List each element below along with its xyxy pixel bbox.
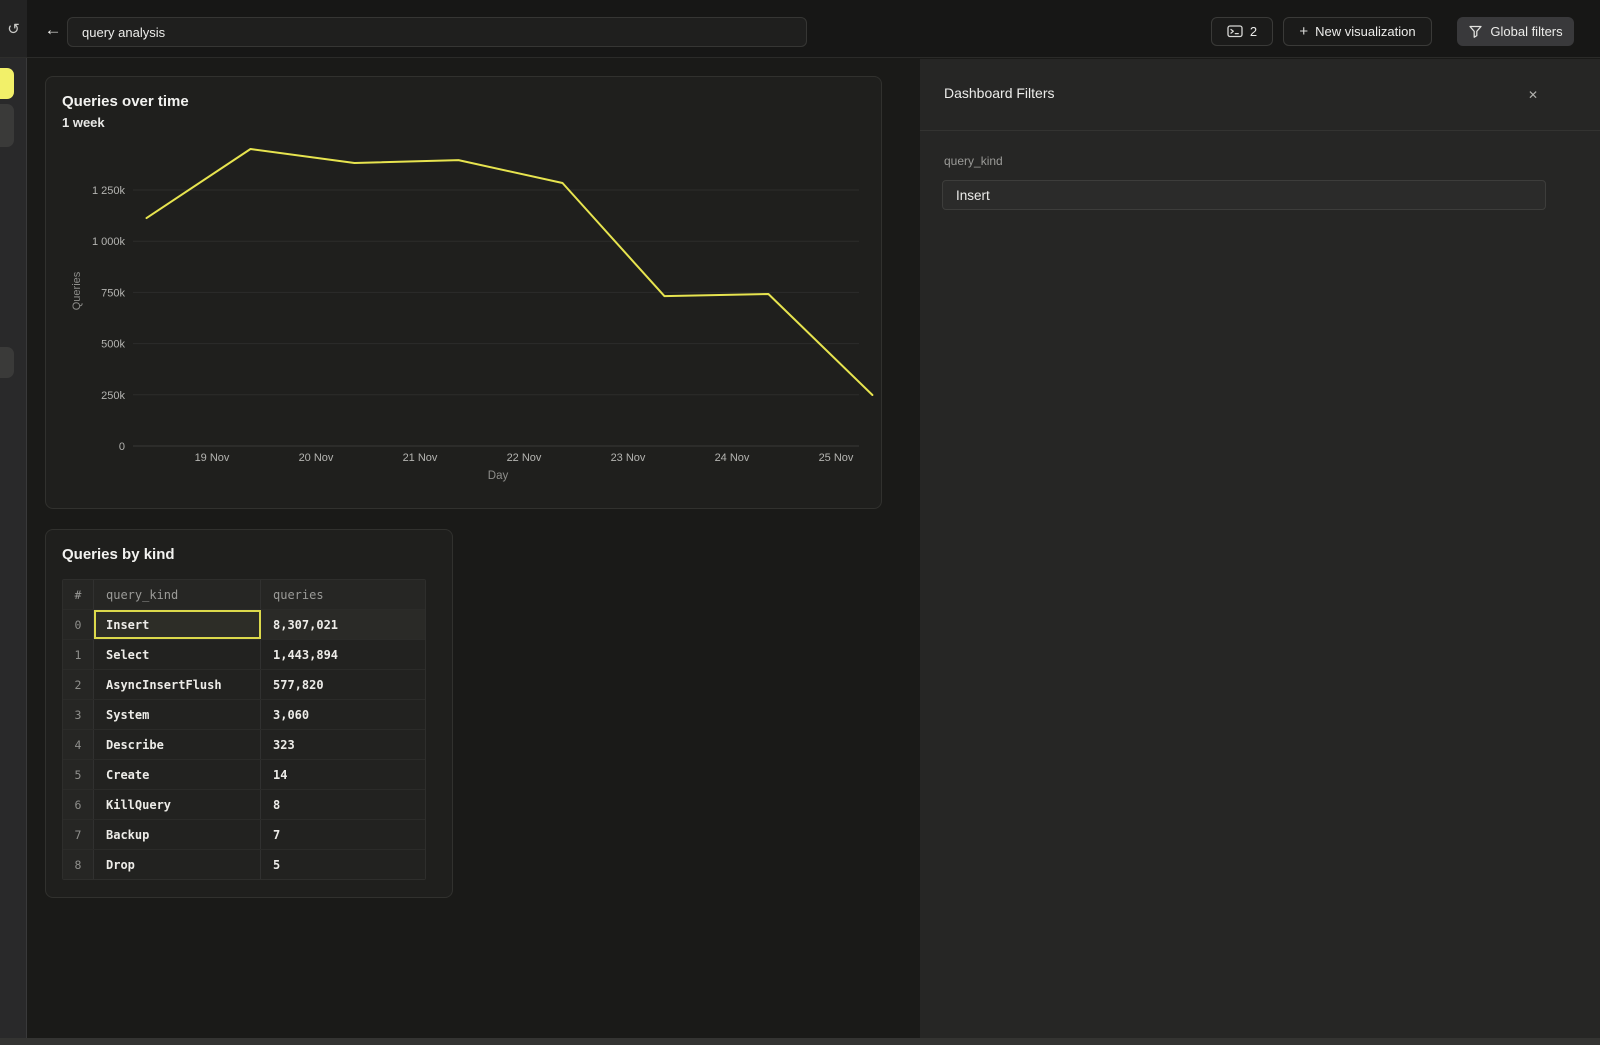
queries-value-cell[interactable]: 577,820 (261, 670, 425, 699)
table-header-row: #query_kindqueries (63, 580, 425, 609)
y-tick-label: 750k (101, 287, 125, 299)
plus-icon: + (1299, 23, 1308, 40)
dashboard-canvas: Queries over time 1 week 0250k500k750k1 … (28, 59, 919, 1045)
query-kind-cell[interactable]: Drop (94, 850, 261, 879)
history-icon-glyph: ↺ (7, 20, 20, 38)
global-filters-button[interactable]: Global filters (1457, 17, 1574, 46)
x-tick-label: 22 Nov (507, 452, 542, 464)
table-row: 0Insert8,307,021 (63, 609, 425, 639)
query-kind-filter-input[interactable] (942, 180, 1546, 210)
query-kind-cell[interactable]: System (94, 700, 261, 729)
column-header-queries[interactable]: queries (261, 580, 425, 609)
table-row: 8Drop5 (63, 849, 425, 879)
table-row: 6KillQuery8 (63, 789, 425, 819)
queries-value-cell[interactable]: 1,443,894 (261, 640, 425, 669)
table-row: 7Backup7 (63, 819, 425, 849)
x-tick-label: 19 Nov (195, 452, 230, 464)
new-visualization-label: New visualization (1315, 24, 1415, 39)
queries-value-cell[interactable]: 3,060 (261, 700, 425, 729)
row-index-cell: 1 (63, 640, 94, 669)
queries-value-cell[interactable]: 7 (261, 820, 425, 849)
y-tick-label: 1 000k (92, 236, 126, 248)
terminal-icon (1227, 24, 1243, 39)
y-tick-label: 1 250k (92, 185, 126, 197)
x-tick-label: 25 Nov (819, 452, 854, 464)
row-index-cell: 7 (63, 820, 94, 849)
table-row: 4Describe323 (63, 729, 425, 759)
y-tick-label: 500k (101, 339, 125, 351)
x-tick-label: 21 Nov (403, 452, 438, 464)
table-title: Queries by kind (62, 546, 175, 563)
table-row: 3System3,060 (63, 699, 425, 729)
query-kind-cell[interactable]: Select (94, 640, 261, 669)
queries-table: #query_kindqueries0Insert8,307,0211Selec… (62, 579, 426, 880)
row-index-cell: 6 (63, 790, 94, 819)
x-tick-label: 24 Nov (715, 452, 750, 464)
global-filters-label: Global filters (1490, 24, 1562, 39)
bottom-edge-strip (0, 1038, 1600, 1045)
sidebar-item-active[interactable] (0, 68, 14, 99)
panel-divider (920, 130, 1600, 131)
query-kind-cell[interactable]: Backup (94, 820, 261, 849)
row-index-cell: 4 (63, 730, 94, 759)
funnel-icon (1468, 24, 1483, 39)
y-tick-label: 250k (101, 390, 125, 402)
y-axis-title: Queries (71, 271, 83, 310)
query-kind-cell[interactable]: KillQuery (94, 790, 261, 819)
query-kind-cell[interactable]: Create (94, 760, 261, 789)
queries-value-cell[interactable]: 5 (261, 850, 425, 879)
queries-value-cell[interactable]: 14 (261, 760, 425, 789)
console-count: 2 (1250, 24, 1257, 39)
query-kind-cell[interactable]: Describe (94, 730, 261, 759)
queries-value-cell[interactable]: 8 (261, 790, 425, 819)
back-button[interactable]: ← (41, 21, 65, 41)
x-axis-title: Day (488, 470, 509, 482)
dashboard-filters-panel: Dashboard Filters ✕ query_kind (920, 59, 1600, 1045)
queries-value-cell[interactable]: 8,307,021 (261, 610, 425, 639)
column-header-query-kind[interactable]: query_kind (94, 580, 261, 609)
sidebar-item[interactable] (0, 347, 14, 378)
row-index-cell: 0 (63, 610, 94, 639)
row-index-cell: 2 (63, 670, 94, 699)
query-kind-cell[interactable]: Insert (94, 610, 261, 639)
table-row: 5Create14 (63, 759, 425, 789)
console-count-button[interactable]: 2 (1211, 17, 1273, 46)
query-kind-cell[interactable]: AsyncInsertFlush (94, 670, 261, 699)
row-index-cell: 5 (63, 760, 94, 789)
left-sidebar: ↺ (0, 0, 27, 1045)
queries-line-series (147, 149, 873, 395)
row-index-cell: 8 (63, 850, 94, 879)
table-row: 1Select1,443,894 (63, 639, 425, 669)
column-header-index: # (63, 580, 94, 609)
table-row: 2AsyncInsertFlush577,820 (63, 669, 425, 699)
line-chart: 0 250k 500k 750k 1 000k 1 250k 19 Nov 20 Nov 21 … (46, 77, 883, 510)
sidebar-item[interactable] (0, 104, 14, 147)
filter-field-label: query_kind (944, 154, 1003, 168)
panel-title: Dashboard Filters (944, 85, 1055, 101)
queries-by-kind-card: Queries by kind #query_kindqueries0Inser… (45, 529, 453, 898)
row-index-cell: 3 (63, 700, 94, 729)
x-tick-label: 23 Nov (611, 452, 646, 464)
top-bar: ← 2 + New visualization Global filters (27, 0, 1600, 58)
history-icon[interactable]: ↺ (0, 0, 27, 58)
dashboard-title-input[interactable] (67, 17, 807, 47)
queries-over-time-card: Queries over time 1 week 0250k500k750k1 … (45, 76, 882, 509)
new-visualization-button[interactable]: + New visualization (1283, 17, 1432, 46)
queries-value-cell[interactable]: 323 (261, 730, 425, 759)
close-icon[interactable]: ✕ (1524, 86, 1542, 104)
y-tick-label: 0 (119, 441, 125, 453)
x-tick-label: 20 Nov (299, 452, 334, 464)
